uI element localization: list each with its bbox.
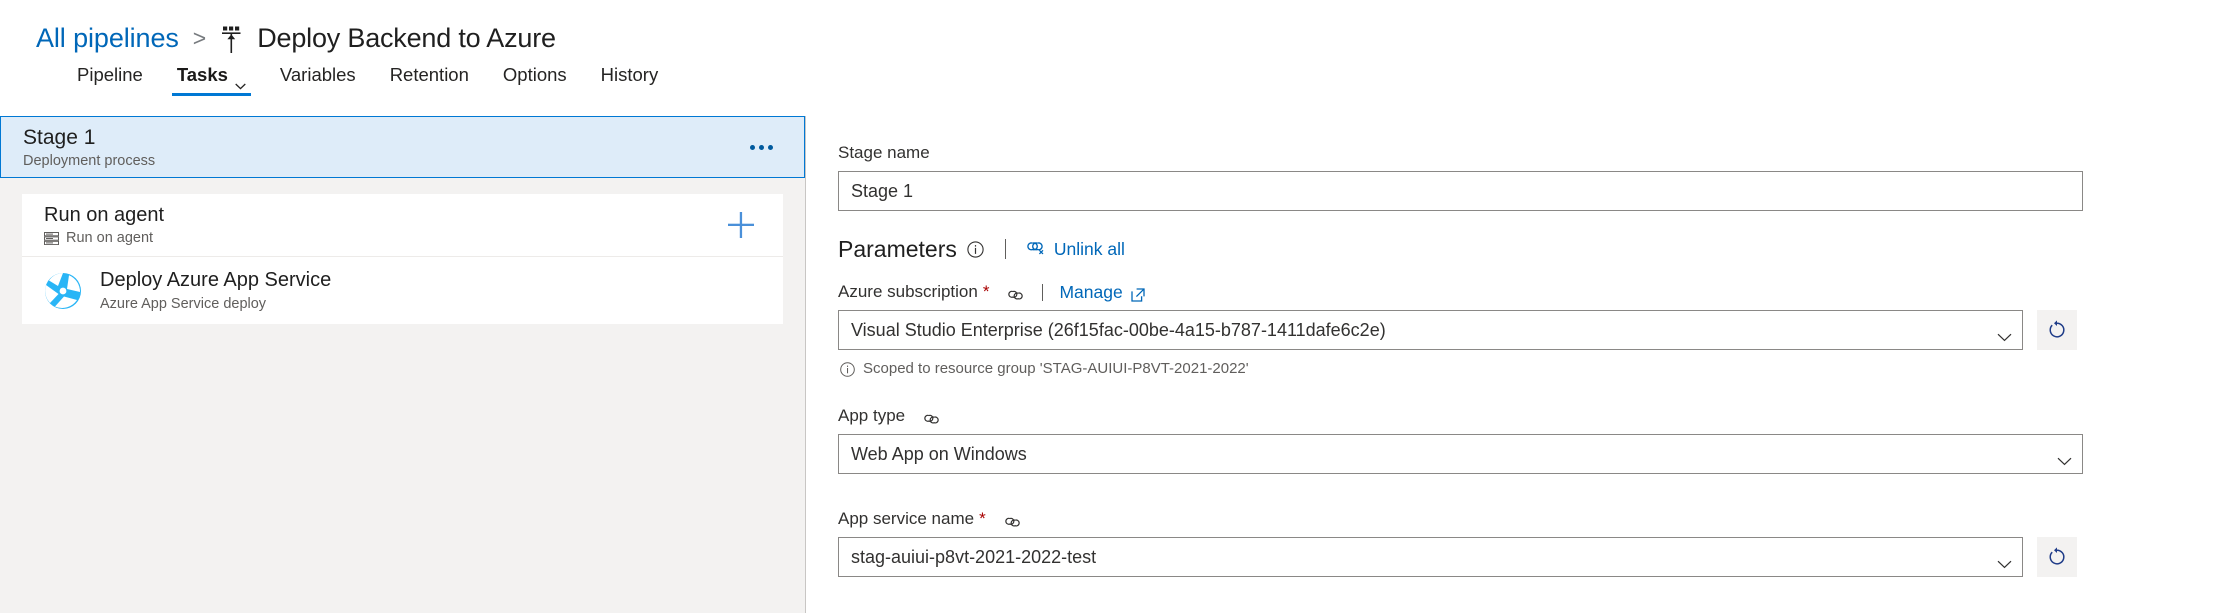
task-title: Deploy Azure App Service: [100, 269, 332, 291]
job-subtitle-label: Run on agent: [66, 230, 154, 246]
task-subtitle: Azure App Service deploy: [100, 296, 267, 312]
azure-subscription-scope-hint: Scoped to resource group 'STAG-AUIUI-P8V…: [840, 359, 2223, 379]
sidebar-job-run-on-agent[interactable]: Run on agent Run on agent: [22, 194, 783, 256]
page-body: Stage 1 Deployment process Run on agent: [0, 116, 2223, 613]
tab-variables-label: Variables: [279, 64, 356, 85]
info-icon[interactable]: [967, 240, 984, 258]
tab-pipeline-label: Pipeline: [77, 64, 143, 85]
stage-card-text: Stage 1 Deployment process: [23, 125, 734, 170]
app-type-value: Web App on Windows: [851, 443, 1027, 464]
info-icon: [840, 361, 855, 377]
app-service-name-label: App service name: [838, 509, 975, 528]
ellipsis-dot: [758, 144, 764, 150]
chevron-down-icon: [2057, 450, 2072, 465]
page-title: Deploy Backend to Azure: [257, 23, 556, 53]
tab-pipeline[interactable]: Pipeline: [60, 63, 160, 96]
link-icon[interactable]: [922, 410, 941, 423]
tab-tasks-label: Tasks: [176, 64, 228, 85]
stage-card-subtitle: Deployment process: [23, 152, 156, 169]
tab-history-label: History: [600, 64, 659, 85]
app-service-name-refresh-button[interactable]: [2037, 537, 2077, 577]
scope-hint-text: Scoped to resource group 'STAG-AUIUI-P8V…: [863, 360, 1249, 377]
divider: [1004, 239, 1006, 259]
page-header: All pipelines > Deploy Backend to Azure …: [0, 0, 2223, 96]
ellipsis-icon[interactable]: [734, 120, 788, 174]
breadcrumb: All pipelines > Deploy Backend to Azure: [36, 18, 2223, 58]
tab-bar: Pipeline Tasks Variables Retention Optio…: [36, 58, 2223, 96]
app-type-label: App type: [838, 406, 906, 425]
field-app-type: App type Web App on Windows: [838, 405, 2223, 474]
pipeline-tasks-page: All pipelines > Deploy Backend to Azure …: [0, 0, 2223, 613]
stage-name-label: Stage name: [838, 143, 930, 162]
refresh-icon: [2049, 320, 2065, 338]
agent-pool-icon: [44, 231, 59, 245]
app-type-select[interactable]: Web App on Windows: [838, 434, 2083, 474]
tab-variables[interactable]: Variables: [263, 63, 373, 96]
azure-subscription-control-row: Visual Studio Enterprise (26f15fac-00be-…: [838, 310, 2223, 350]
details-panel: Stage name Stage 1 Parameters Unlink all…: [806, 116, 2223, 613]
parameters-header: Parameters Unlink all: [838, 235, 2223, 263]
azure-app-service-icon: [44, 272, 82, 310]
job-text: Run on agent Run on agent: [44, 203, 713, 247]
field-app-service-name: App service name * stag-auiui-p8vt-2021-…: [838, 508, 2223, 577]
tasks-sidebar: Stage 1 Deployment process Run on agent: [0, 116, 806, 613]
parameters-title: Parameters: [838, 236, 957, 262]
required-indicator: *: [979, 509, 986, 528]
azure-subscription-select[interactable]: Visual Studio Enterprise (26f15fac-00be-…: [838, 310, 2023, 350]
azure-subscription-value: Visual Studio Enterprise (26f15fac-00be-…: [851, 319, 1386, 340]
job-subtitle-row: Run on agent: [44, 229, 713, 247]
stage-name-value: Stage 1: [851, 180, 914, 201]
unlink-all-button[interactable]: Unlink all: [1025, 238, 1125, 260]
app-service-name-control-row: stag-auiui-p8vt-2021-2022-test: [838, 537, 2223, 577]
list-item[interactable]: Deploy Azure App Service Azure App Servi…: [22, 256, 783, 324]
manage-label: Manage: [1059, 282, 1123, 302]
app-service-name-label-row: App service name *: [838, 508, 2223, 530]
stage-card-title: Stage 1: [23, 125, 96, 149]
manage-link[interactable]: Manage: [1059, 281, 1145, 303]
sidebar-stage-card[interactable]: Stage 1 Deployment process: [0, 116, 805, 178]
azure-subscription-refresh-button[interactable]: [2037, 310, 2077, 350]
tab-tasks[interactable]: Tasks: [160, 63, 263, 96]
plus-icon[interactable]: [713, 197, 769, 253]
azure-subscription-label: Azure subscription: [838, 282, 978, 301]
stage-name-input[interactable]: Stage 1: [838, 171, 2083, 211]
app-service-name-value: stag-auiui-p8vt-2021-2022-test: [851, 546, 1097, 567]
app-type-control-row: Web App on Windows: [838, 434, 2223, 474]
pipeline-icon: [220, 26, 246, 54]
external-link-icon: [1131, 285, 1145, 302]
tab-options-label: Options: [502, 64, 567, 85]
link-icon[interactable]: [1006, 286, 1025, 299]
tab-retention-label: Retention: [389, 64, 469, 85]
divider: [1042, 283, 1044, 301]
chevron-down-icon: [235, 72, 246, 90]
breadcrumb-separator: >: [192, 25, 207, 51]
required-indicator: *: [982, 282, 990, 301]
refresh-icon: [2049, 547, 2065, 565]
task-text: Deploy Azure App Service Azure App Servi…: [100, 268, 331, 313]
link-icon[interactable]: [1003, 513, 1022, 526]
app-type-label-row: App type: [838, 405, 2223, 427]
field-azure-subscription: Azure subscription * Manage Visual Studi…: [838, 281, 2223, 379]
job-title: Run on agent: [44, 204, 165, 226]
tab-retention[interactable]: Retention: [373, 63, 486, 96]
unlink-all-label: Unlink all: [1053, 239, 1125, 259]
chevron-down-icon: [1997, 326, 2012, 341]
ellipsis-dot: [767, 144, 773, 150]
job-block: Run on agent Run on agent Deploy Azure A…: [22, 194, 783, 324]
breadcrumb-all-pipelines-link[interactable]: All pipelines: [36, 21, 179, 55]
tab-options[interactable]: Options: [486, 63, 584, 96]
ellipsis-dot: [749, 144, 755, 150]
azure-subscription-label-row: Azure subscription * Manage: [838, 281, 2223, 303]
chevron-down-icon: [1997, 553, 2012, 568]
tab-history[interactable]: History: [584, 63, 676, 96]
app-service-name-select[interactable]: stag-auiui-p8vt-2021-2022-test: [838, 537, 2023, 577]
unlink-icon: [1025, 238, 1045, 260]
